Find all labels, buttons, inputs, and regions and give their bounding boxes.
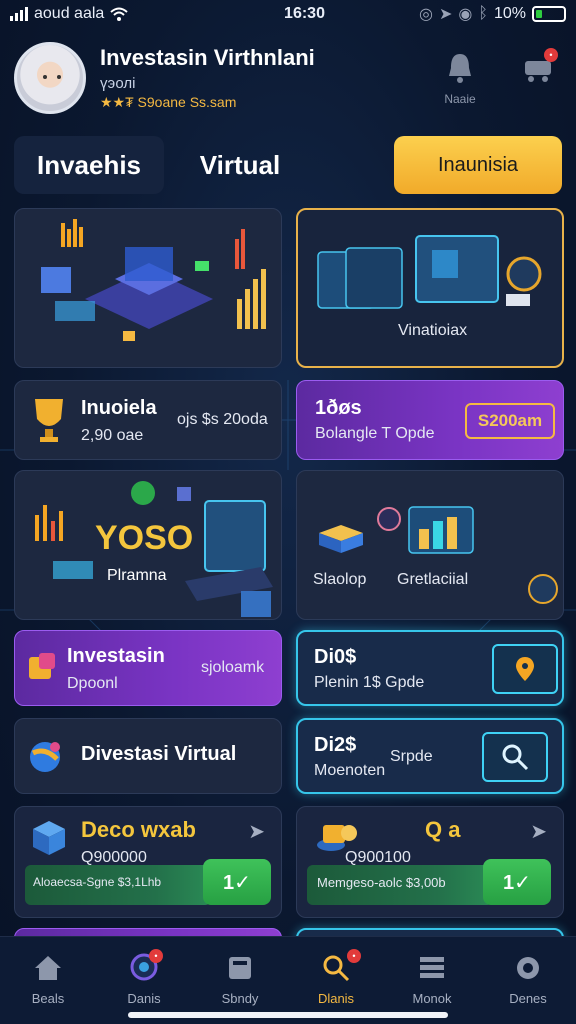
notification-label: Naaie xyxy=(444,92,476,106)
investasin-card[interactable]: Investasin Dpoonl sjoloamk xyxy=(14,630,282,706)
user-subtitle: үэолі xyxy=(100,75,136,92)
promo-card[interactable]: 1ðøs Bolangle T Opde S200am xyxy=(296,380,564,460)
location-pin-icon xyxy=(516,657,534,681)
yoso-title: YOSO xyxy=(95,519,194,557)
box-icon xyxy=(33,821,65,855)
stats-card[interactable]: Slaolop Gretlaciial xyxy=(296,470,564,620)
gear-icon xyxy=(517,957,539,979)
signal-icon xyxy=(10,7,28,21)
qa-title: Q a xyxy=(425,817,461,842)
cart-badge: • xyxy=(544,48,558,62)
home-indicator[interactable] xyxy=(128,1012,448,1018)
hero-right-label: Vinatioiax xyxy=(398,322,468,339)
carrier-label: aoud aala xyxy=(34,5,105,22)
promo-amount-box: S200am xyxy=(465,403,555,439)
user-rating: ★★₮ S9oane Ss.sam xyxy=(100,94,237,110)
bell-icon xyxy=(449,54,471,83)
nav-label-settings: Denes xyxy=(509,991,547,1006)
stats-label-2: Gretlaciial xyxy=(397,571,469,588)
card-icon xyxy=(229,957,251,979)
isometric-chart-illustration xyxy=(41,219,266,341)
bluetooth-icon: ᛒ xyxy=(478,5,488,22)
clock: 16:30 xyxy=(284,5,325,22)
investasin-subtitle: Dpoonl xyxy=(67,675,118,692)
investasin-title: Investasin xyxy=(67,645,165,667)
hero-card-right[interactable]: Vinatioiax xyxy=(296,208,564,368)
nav-item-chat[interactable]: • Danis xyxy=(104,949,184,1006)
nav-label-chat: Danis xyxy=(127,991,161,1006)
nav-item-home[interactable]: Beals xyxy=(8,951,88,1006)
bottom-nav: Beals • Danis Sbndy • Dlanis Monok Denes xyxy=(0,936,576,1024)
trophy-title: Inuoiela xyxy=(81,397,157,419)
search-button[interactable] xyxy=(482,732,548,782)
stack-icon xyxy=(420,957,444,978)
home-icon xyxy=(35,956,61,980)
location-icon: ➤ xyxy=(438,6,453,23)
nav-item-search[interactable]: • Dlanis xyxy=(296,949,376,1006)
promo-amount: S200am xyxy=(477,411,543,430)
analytics-illustration xyxy=(319,506,558,604)
globe-icon xyxy=(30,742,60,772)
search-badge: • xyxy=(347,949,361,963)
puzzle-icon xyxy=(29,653,55,679)
d12-card[interactable]: Di2$ Moenoten Srpde xyxy=(296,718,564,794)
profile-header: Investasin Virthnlani үэолі ★★₮ S9oane S… xyxy=(14,36,562,120)
shield-icon: ◉ xyxy=(458,6,473,23)
deco-title: Deco wxab xyxy=(81,817,196,842)
divestasi-card[interactable]: Divestasi Virtual xyxy=(14,718,282,794)
deco-note: Aloaecsa-Sgne $3,1Lhb xyxy=(33,875,162,889)
deco-confirm-button[interactable]: 1✓ xyxy=(203,859,271,905)
trophy-card[interactable]: Inuoiela 2,90 oae ojs $s 20oda xyxy=(14,380,282,460)
nav-item-card[interactable]: Sbndy xyxy=(200,951,280,1006)
investasin-amount: sjoloamk xyxy=(201,659,265,676)
nav-label-search: Dlanis xyxy=(317,991,355,1006)
yoso-card[interactable]: YOSO Plramna xyxy=(14,470,282,620)
battery-percent: 10% xyxy=(493,5,526,22)
trophy-value: 2,90 oae xyxy=(81,427,144,444)
battery-icon xyxy=(532,6,566,22)
dashboard-illustration xyxy=(317,235,542,309)
tab-virtual[interactable]: Virtual xyxy=(172,136,308,194)
chat-badge: • xyxy=(149,949,163,963)
dios-card[interactable]: Di0$ Plenin 1$ Gpde xyxy=(296,630,564,706)
alarm-icon: ◎ xyxy=(419,6,433,23)
hero-card-left[interactable] xyxy=(14,208,282,368)
trophy-amount: ojs $s 20oda xyxy=(177,411,268,428)
cart-button[interactable]: • xyxy=(514,48,562,86)
qa-note: Memgeso-aolc $3,00b xyxy=(317,875,446,890)
search-icon xyxy=(502,744,529,771)
stats-label-1: Slaolop xyxy=(313,571,367,588)
tab-inaunisia[interactable]: Inaunisia xyxy=(394,136,562,194)
d12-title: Di2$ xyxy=(314,734,357,756)
d12-subtitle: Moenoten xyxy=(314,762,386,779)
status-bar: aoud aala 16:30 ◎ ➤ ◉ ᛒ 10% xyxy=(0,0,576,28)
wifi-icon xyxy=(110,7,128,21)
notification-button[interactable]: Naaie xyxy=(436,50,484,106)
qa-confirm-button[interactable]: 1✓ xyxy=(483,859,551,905)
promo-title: 1ðøs xyxy=(315,397,362,419)
location-button[interactable] xyxy=(492,644,558,694)
send-icon[interactable]: ➤ xyxy=(530,819,547,844)
qa-card[interactable]: Q a ➤ Q900100 Memgeso-aolc $3,00b 1✓ xyxy=(296,806,564,918)
tab-invaehis[interactable]: Invaehis xyxy=(14,136,164,194)
divestasi-title: Divestasi Virtual xyxy=(81,743,237,765)
dios-title: Di0$ xyxy=(314,646,357,668)
avatar[interactable] xyxy=(14,42,86,114)
nav-label-card: Sbndy xyxy=(221,991,259,1006)
nav-item-stack[interactable]: Monok xyxy=(392,951,472,1006)
tab-row: Invaehis Virtual Inaunisia xyxy=(14,136,562,194)
promo-subtitle: Bolangle T Opde xyxy=(315,425,435,442)
user-name: Investasin Virthnlani xyxy=(100,45,315,70)
nav-label-stack: Monok xyxy=(412,991,452,1006)
nav-label-home: Beals xyxy=(31,991,65,1006)
d12-extra: Srpde xyxy=(390,748,433,765)
nav-item-settings[interactable]: Denes xyxy=(488,951,568,1006)
trophy-icon xyxy=(35,399,63,442)
dios-subtitle: Plenin 1$ Gpde xyxy=(314,674,425,691)
yoso-label: Plramna xyxy=(107,567,167,584)
send-icon[interactable]: ➤ xyxy=(248,819,265,844)
deco-card[interactable]: Deco wxab ➤ Q900000 Aloaecsa-Sgne $3,1Lh… xyxy=(14,806,282,918)
